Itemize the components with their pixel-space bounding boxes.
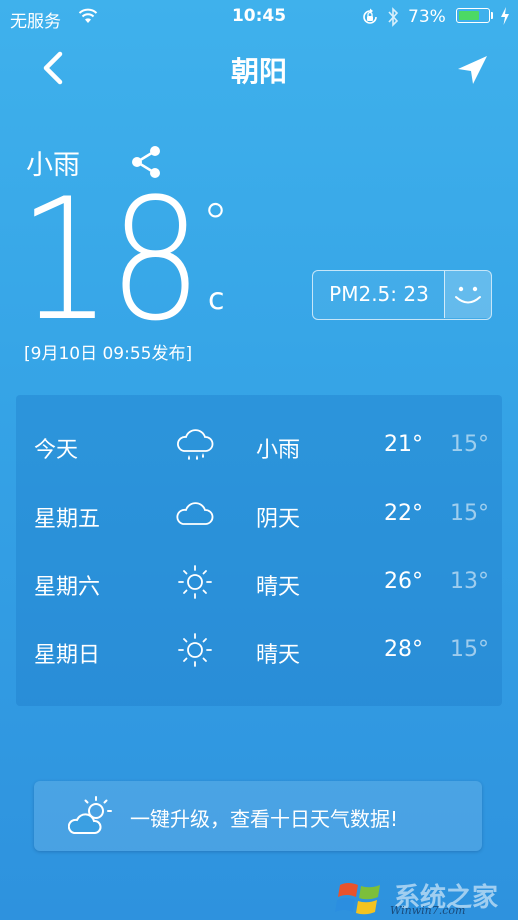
battery-fill [459,11,479,20]
forecast-day: 星期五 [34,507,101,532]
forecast-high: 26° [384,569,423,594]
upgrade-text: 一键升级，查看十日天气数据! [130,807,399,831]
watermark: 系统之家 Winwin7.com [334,875,518,920]
forecast-condition: 小雨 [256,438,301,463]
rotation-lock-icon [363,8,377,24]
temperature-unit: c [208,282,225,317]
forecast-day: 星期日 [34,643,101,668]
cloud-icon [176,502,214,525]
forecast-low: 15° [450,501,489,526]
published-time: [9月10日 09:55发布] [24,344,193,364]
battery-tip [491,12,493,19]
forecast-low: 13° [450,569,489,594]
windows-logo-icon [335,883,380,915]
status-bar: 无服务 10:45 73% [0,0,518,34]
forecast-day: 星期六 [34,575,101,600]
forecast-condition: 阴天 [256,507,301,532]
rain-cloud-icon [177,429,214,460]
sun-icon [178,565,212,599]
bluetooth-icon [388,7,399,27]
battery-percent: 73% [408,7,446,27]
forecast-row: 今天 小雨 21° 15° [16,425,502,465]
upgrade-button[interactable]: 一键升级，查看十日天气数据! [34,781,482,851]
forecast-panel: 今天 小雨 21° 15° 星期五 阴天 22° 15° 星期六 晴天 26° … [16,395,502,706]
forecast-condition: 晴天 [256,575,301,600]
pm25-badge[interactable]: PM2.5: 23 [312,270,492,320]
battery-icon [456,8,490,23]
degree-symbol: ° [202,192,229,255]
pm25-label: PM2.5: 23 [329,282,429,306]
sun-icon [178,633,212,667]
forecast-row: 星期日 晴天 28° 15° [16,630,502,670]
forecast-low: 15° [450,637,489,662]
forecast-row: 星期六 晴天 26° 13° [16,562,502,602]
watermark-url: Winwin7.com [390,904,466,917]
forecast-low: 15° [450,432,489,457]
forecast-high: 22° [384,501,423,526]
current-temperature: 18 [18,162,203,358]
charging-bolt-icon [501,7,509,25]
forecast-high: 21° [384,432,423,457]
smiley-face-icon [444,271,491,318]
forecast-row: 星期五 阴天 22° 15° [16,494,502,534]
city-title: 朝阳 [230,55,287,88]
forecast-day: 今天 [34,438,79,463]
partly-cloudy-icon [68,796,112,834]
location-arrow-icon[interactable] [452,52,492,88]
forecast-condition: 晴天 [256,643,301,668]
forecast-high: 28° [384,637,423,662]
